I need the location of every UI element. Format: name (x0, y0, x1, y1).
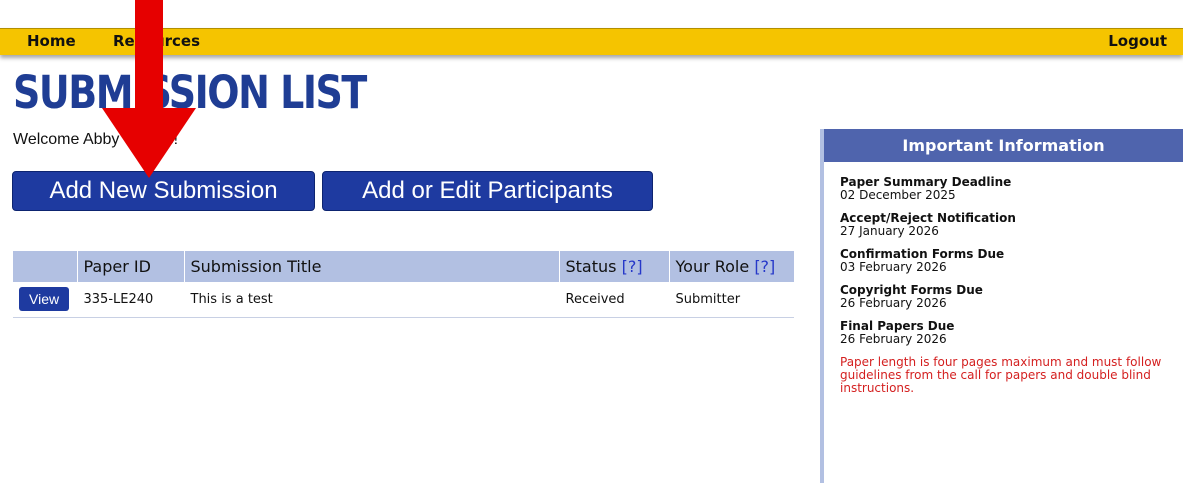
submission-table: Paper ID Submission Title Status [?] You… (13, 251, 794, 318)
info-date: 03 February 2026 (840, 260, 947, 274)
paper-length-note: Paper length is four pages maximum and m… (840, 355, 1162, 395)
info-list: Paper Summary Deadline 02 December 2025 … (824, 162, 1183, 395)
status-help-link[interactable]: [?] (622, 257, 643, 276)
view-button[interactable]: View (19, 287, 70, 312)
info-date: 02 December 2025 (840, 188, 956, 202)
header-your-role: Your Role [?] (668, 251, 794, 282)
table-row: View 335-LE240 This is a test Received S… (13, 282, 794, 318)
info-item: Accept/Reject Notification 27 January 20… (840, 212, 1183, 238)
nav-resources-link[interactable]: Resources (113, 32, 200, 50)
nav-logout-link[interactable]: Logout (1108, 32, 1167, 50)
info-item: Copyright Forms Due 26 February 2026 (840, 284, 1183, 310)
header-submission-title: Submission Title (183, 251, 559, 282)
info-date: 26 February 2026 (840, 296, 947, 310)
role-help-link[interactable]: [?] (754, 257, 775, 276)
nav-home-link[interactable]: Home (27, 32, 76, 50)
page-title: SUBMISSION LIST (13, 66, 367, 119)
row-role: Submitter (668, 282, 794, 318)
table-header-row: Paper ID Submission Title Status [?] You… (13, 251, 794, 282)
info-date: 26 February 2026 (840, 332, 947, 346)
top-nav-bar: Home Resources Logout (0, 28, 1183, 55)
header-action-cell (13, 251, 77, 282)
add-new-submission-button[interactable]: Add New Submission (12, 171, 315, 211)
info-item: Final Papers Due 26 February 2026 (840, 320, 1183, 346)
welcome-message: Welcome Abby Owens! (13, 131, 179, 148)
row-paper-id: 335-LE240 (76, 282, 184, 318)
header-paper-id: Paper ID (76, 251, 184, 282)
important-info-panel: Important Information Paper Summary Dead… (820, 129, 1183, 483)
row-status: Received (558, 282, 669, 318)
info-item: Confirmation Forms Due 03 February 2026 (840, 248, 1183, 274)
info-item: Paper Summary Deadline 02 December 2025 (840, 176, 1183, 202)
row-title: This is a test (183, 282, 559, 318)
add-edit-participants-button[interactable]: Add or Edit Participants (322, 171, 653, 211)
info-date: 27 January 2026 (840, 224, 939, 238)
header-status: Status [?] (558, 251, 669, 282)
info-panel-header: Important Information (824, 129, 1183, 162)
row-action-cell: View (13, 282, 77, 318)
